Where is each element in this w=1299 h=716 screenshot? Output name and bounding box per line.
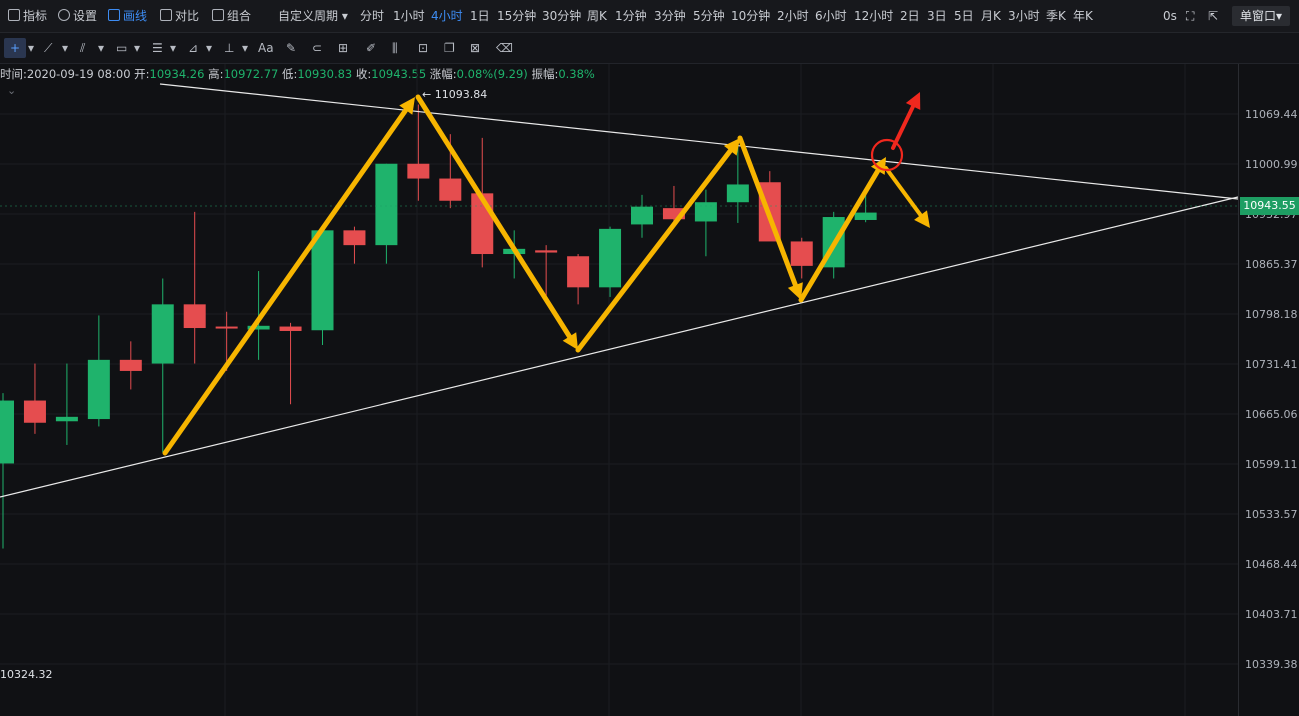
price-tick-label: 10339.38	[1245, 658, 1298, 671]
candle-body	[631, 206, 653, 225]
candle-body	[343, 230, 366, 246]
price-tick-label: 10599.11	[1245, 458, 1298, 471]
down-scenario-arrow-head	[914, 210, 930, 228]
candle-body	[694, 202, 717, 222]
zigzag-arrow	[415, 94, 572, 339]
zigzag-arrow	[162, 107, 409, 456]
zigzag-arrow	[737, 135, 798, 288]
price-tick-label: 11069.44	[1245, 108, 1298, 121]
candlestick-chart[interactable]	[0, 0, 1299, 716]
price-tick-label: 10533.57	[1245, 508, 1298, 521]
apex-circle	[870, 138, 904, 172]
candle-body	[0, 400, 14, 464]
candle-body	[726, 184, 749, 203]
down-scenario-arrow	[884, 166, 923, 218]
candle-body	[151, 304, 174, 364]
candle-body	[375, 163, 398, 246]
price-tick-label: 10731.41	[1245, 358, 1298, 371]
candle-body	[183, 304, 206, 329]
candle-body	[567, 256, 590, 288]
candle-body	[439, 178, 462, 201]
price-tick-label: 11000.99	[1245, 158, 1298, 171]
low-marker: 10324.32	[0, 668, 53, 681]
price-tick-label: 10798.18	[1245, 308, 1298, 321]
candle-body	[311, 230, 334, 331]
candle-body	[119, 359, 142, 371]
current-price-label: 10943.55	[1240, 197, 1299, 215]
zigzag-arrow	[798, 168, 881, 303]
candle-body	[407, 163, 430, 179]
price-tick-label: 10468.44	[1245, 558, 1298, 571]
candle-body	[279, 326, 302, 331]
candle-body	[55, 416, 78, 422]
candle-body	[599, 228, 622, 288]
candle-body	[790, 241, 813, 266]
candle-body	[535, 250, 558, 253]
candle-body	[23, 400, 46, 423]
price-tick-label: 10865.37	[1245, 258, 1298, 271]
candle-body	[215, 326, 238, 329]
price-tick-label: 10403.71	[1245, 608, 1298, 621]
price-tick-label: 10665.06	[1245, 408, 1298, 421]
high-marker: ← 11093.84	[422, 88, 488, 101]
candle-body	[87, 359, 110, 420]
candle-body	[854, 212, 877, 220]
upper-trendline	[159, 83, 1239, 200]
